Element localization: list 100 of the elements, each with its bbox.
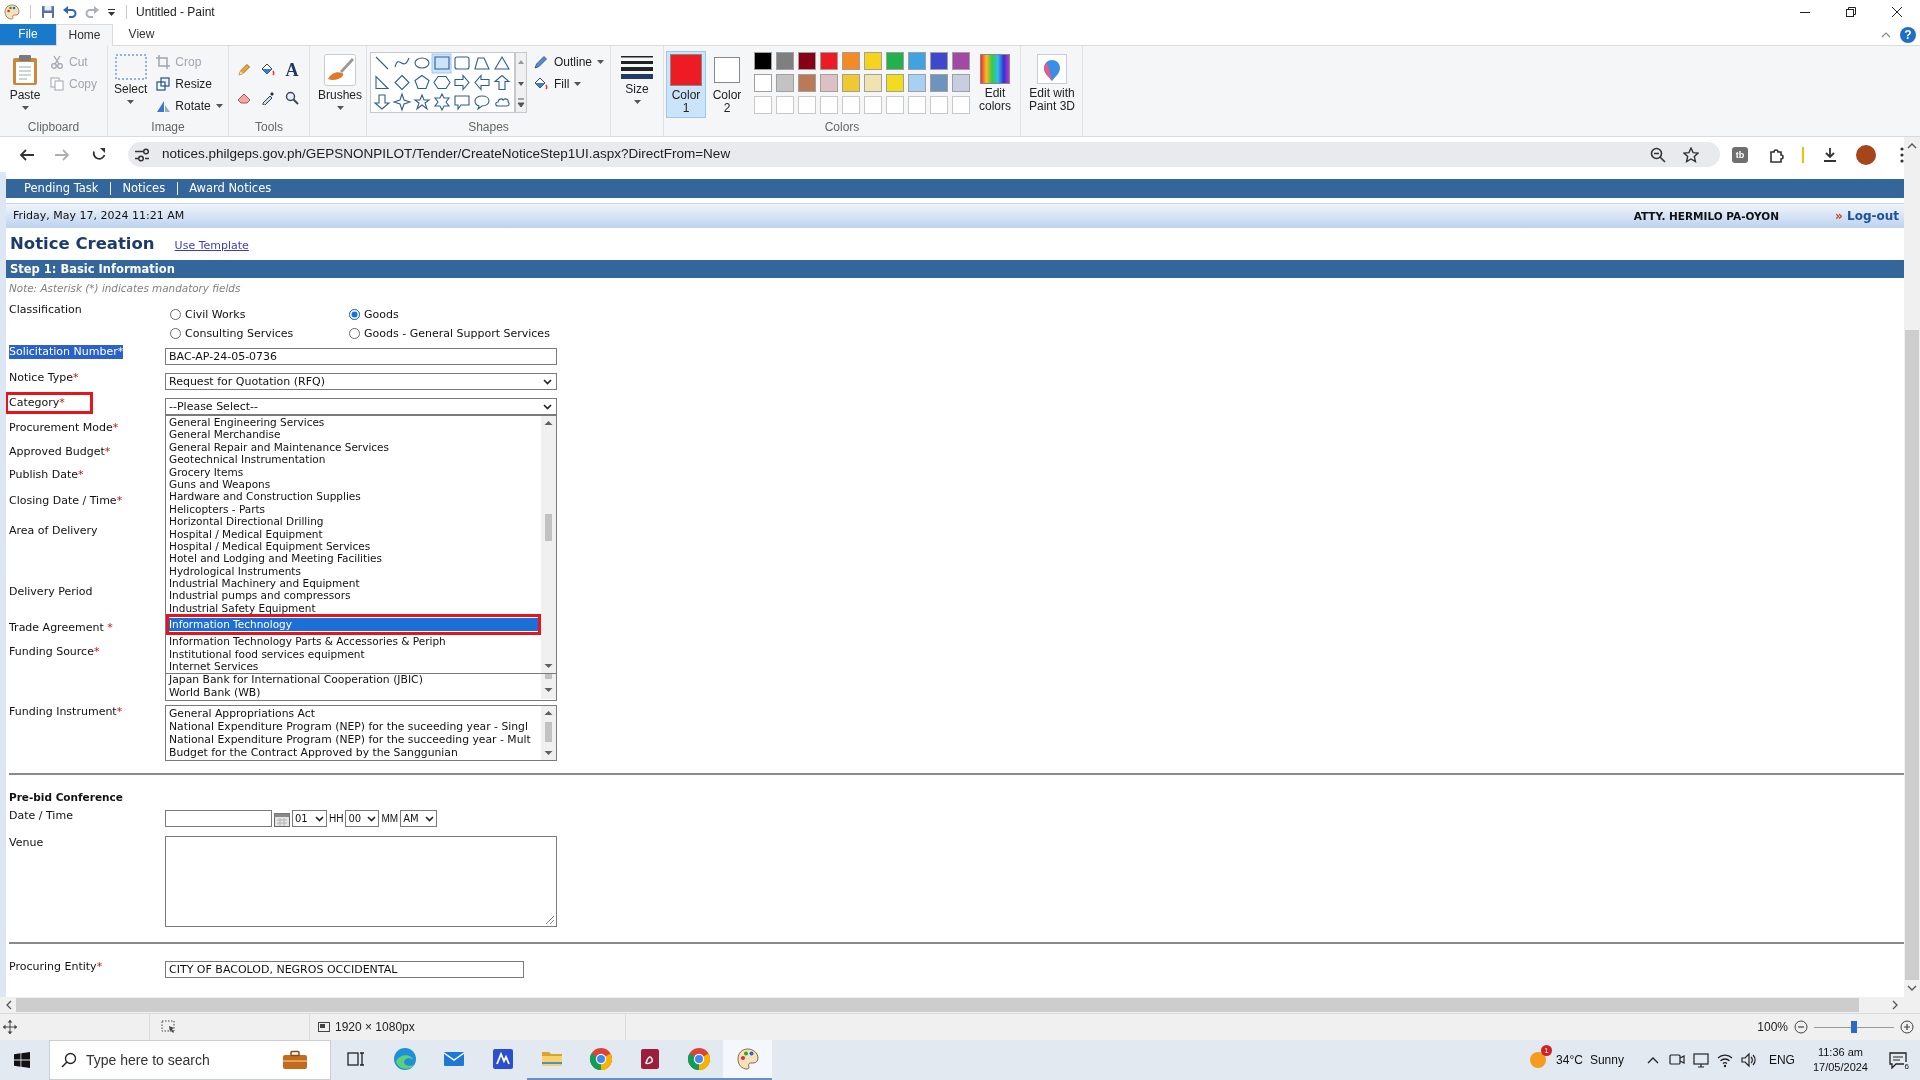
list-box[interactable]: Japan Bank for International Cooperation (JBIC) World Bank (WB) bbox=[165, 672, 557, 701]
empty-swatch-icon[interactable] bbox=[886, 96, 904, 114]
windows-logo-icon[interactable] bbox=[14, 1052, 30, 1068]
calendar-icon[interactable] bbox=[274, 810, 290, 827]
size-button[interactable]: Size bbox=[618, 51, 656, 118]
reload-icon[interactable] bbox=[91, 146, 107, 163]
language-indicator[interactable]: ENG bbox=[1768, 1052, 1795, 1068]
select-button[interactable]: Select bbox=[111, 51, 151, 118]
nav-link[interactable]: Pending Task bbox=[13, 182, 111, 195]
back-arrow-icon[interactable] bbox=[19, 146, 35, 163]
dropdown-option[interactable]: Geotechnical Instrumentation bbox=[166, 453, 541, 466]
dropdown-option[interactable]: Information Technology bbox=[166, 614, 541, 636]
taskbar-button[interactable] bbox=[723, 1040, 772, 1080]
dropdown-option[interactable]: Industrial pumps and compressors bbox=[166, 589, 541, 602]
horizontal-scrollbar[interactable] bbox=[0, 997, 1920, 1013]
swatch-icon[interactable] bbox=[798, 74, 816, 92]
menu-icon[interactable] bbox=[1900, 146, 1904, 163]
ribbon-tab[interactable]: View bbox=[113, 24, 170, 45]
paste-button[interactable]: Paste bbox=[6, 51, 44, 118]
empty-swatch-icon[interactable] bbox=[908, 96, 926, 114]
color-picker-icon[interactable] bbox=[261, 91, 275, 105]
zoom-in-icon[interactable] bbox=[1900, 1020, 1914, 1034]
notification-icon[interactable] bbox=[1888, 1050, 1908, 1070]
camera-icon[interactable] bbox=[1668, 1052, 1685, 1068]
empty-swatch-icon[interactable] bbox=[754, 96, 772, 114]
fill-bucket-icon[interactable] bbox=[260, 62, 276, 78]
swatch-icon[interactable] bbox=[776, 52, 794, 70]
list-box[interactable]: General Appropriations Act National Expenditure Program (NEP) for the suceeding year - Singl National Expenditure Program (NEP) for the succeeding year - Mult Budget for the Contract Approved by the Sanggunian bbox=[165, 705, 557, 761]
swatch-icon[interactable] bbox=[798, 52, 816, 70]
caret-icon[interactable] bbox=[107, 7, 116, 17]
dropdown-option[interactable]: Institutional food services equipment bbox=[166, 647, 541, 661]
redo-icon[interactable] bbox=[85, 5, 99, 19]
extension-button[interactable]: tb bbox=[1732, 146, 1748, 163]
empty-swatch-icon[interactable] bbox=[952, 96, 970, 114]
minimize-icon[interactable] bbox=[1800, 11, 1810, 13]
swatch-icon[interactable] bbox=[930, 52, 948, 70]
zoom-out-icon[interactable] bbox=[1794, 1020, 1808, 1034]
dropdown-option[interactable]: General Merchandise bbox=[166, 428, 541, 441]
text-tool-button[interactable]: A bbox=[285, 61, 299, 79]
color-slot-button[interactable]: Color 1 bbox=[666, 51, 706, 118]
swatch-icon[interactable] bbox=[952, 52, 970, 70]
empty-swatch-icon[interactable] bbox=[776, 96, 794, 114]
save-icon[interactable] bbox=[41, 5, 55, 19]
zoom-slider[interactable] bbox=[1814, 1020, 1894, 1034]
minute-select[interactable]: 00 bbox=[345, 810, 380, 827]
scrollbar[interactable] bbox=[541, 672, 556, 699]
hour-select[interactable]: 01 bbox=[292, 810, 327, 827]
dropdown-option[interactable]: Guns and Weapons bbox=[166, 477, 541, 491]
use-template-link[interactable]: Use Template bbox=[174, 239, 249, 253]
swatch-icon[interactable] bbox=[776, 74, 794, 92]
input-field[interactable]: CITY OF BACOLOD, NEGROS OCCIDENTAL bbox=[165, 961, 524, 978]
help-button[interactable]: ? bbox=[1900, 26, 1916, 43]
empty-swatch-icon[interactable] bbox=[842, 96, 860, 114]
empty-swatch-icon[interactable] bbox=[930, 96, 948, 114]
input-field[interactable]: BAC-AP-24-05-0736 bbox=[165, 348, 557, 365]
outline-button[interactable]: Outline bbox=[531, 51, 607, 73]
swatch-icon[interactable] bbox=[820, 74, 838, 92]
empty-swatch-icon[interactable] bbox=[864, 96, 882, 114]
edit-colors-button[interactable]: Edit colors bbox=[972, 51, 1018, 118]
color-slot-button[interactable]: Color 2 bbox=[707, 51, 747, 118]
swatch-icon[interactable] bbox=[820, 52, 838, 70]
close-icon[interactable] bbox=[1892, 7, 1902, 17]
shapes-gallery[interactable] bbox=[370, 52, 527, 113]
swatch-icon[interactable] bbox=[842, 74, 860, 92]
empty-swatch-icon[interactable] bbox=[798, 96, 816, 114]
swatch-icon[interactable] bbox=[842, 52, 860, 70]
logout-link[interactable]: » Log-out bbox=[1835, 208, 1899, 224]
radio-button[interactable] bbox=[170, 328, 181, 339]
swatch-icon[interactable] bbox=[952, 74, 970, 92]
swatch-icon[interactable] bbox=[864, 74, 882, 92]
vertical-scrollbar[interactable] bbox=[1904, 137, 1920, 997]
eraser-icon[interactable] bbox=[237, 91, 251, 105]
display-icon[interactable] bbox=[1692, 1052, 1709, 1068]
paint-3d-button[interactable]: Edit with Paint 3D bbox=[1022, 51, 1082, 118]
radio-button[interactable] bbox=[170, 309, 181, 320]
nav-link[interactable]: Notices bbox=[110, 182, 178, 195]
dropdown-option[interactable]: Internet Services bbox=[166, 660, 541, 673]
swatch-icon[interactable] bbox=[754, 74, 772, 92]
sun-icon[interactable] bbox=[1528, 1050, 1549, 1070]
file-menu-button[interactable]: File bbox=[0, 24, 56, 45]
download-icon[interactable] bbox=[1822, 146, 1838, 163]
zoom-icon[interactable] bbox=[1650, 146, 1666, 163]
empty-swatch-icon[interactable] bbox=[820, 96, 838, 114]
swatch-icon[interactable] bbox=[886, 74, 904, 92]
ribbon-tab[interactable]: Home bbox=[56, 24, 113, 46]
dropdown-option[interactable]: General Engineering Services bbox=[166, 416, 541, 429]
swatch-icon[interactable] bbox=[908, 74, 926, 92]
radio-button[interactable] bbox=[349, 309, 360, 320]
venue-field[interactable] bbox=[165, 836, 557, 927]
address-bar[interactable]: notices.philgeps.gov.ph/GEPSNONPILOT/Tender/CreateNoticeStep1UI.aspx?DirectFrom=New bbox=[128, 142, 1720, 167]
brushes-button[interactable]: Brushes bbox=[315, 51, 366, 118]
radio-button[interactable] bbox=[349, 328, 360, 339]
dropdown-option[interactable]: Hospital / Medical Equipment bbox=[166, 527, 541, 540]
scrollbar[interactable] bbox=[541, 706, 556, 760]
resize-grip-icon[interactable] bbox=[545, 915, 555, 925]
slider-thumb[interactable] bbox=[1851, 1021, 1857, 1033]
search-field[interactable]: Type here to search bbox=[49, 1040, 331, 1080]
clock-time[interactable]: 11:36 am bbox=[1817, 1045, 1863, 1060]
dropdown-option[interactable]: Industrial Safety Equipment bbox=[166, 601, 541, 615]
fill-button[interactable]: Fill bbox=[531, 73, 607, 95]
